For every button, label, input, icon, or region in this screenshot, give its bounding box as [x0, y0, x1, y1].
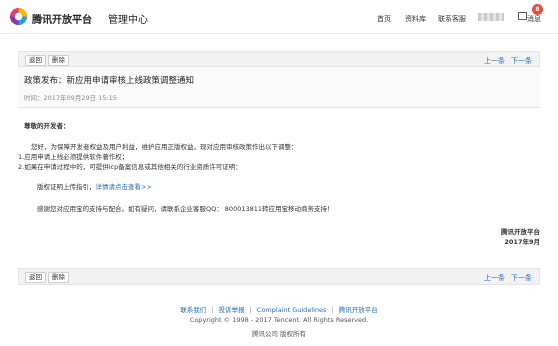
signature: 腾讯开放平台: [501, 228, 540, 236]
greeting: 尊敬的开发者：: [24, 122, 70, 130]
user-account-blurred[interactable]: [478, 13, 504, 21]
footer-link-platform[interactable]: 腾讯开放平台: [339, 306, 378, 314]
policy-item-2: 2.如果在申请过程中的，可提供icp备案信息或其他相关的行业资质许可证明：: [18, 163, 242, 171]
footer-separator: |: [211, 306, 214, 314]
footer-link-contact[interactable]: 联系我们: [180, 306, 206, 314]
guide-prefix: 版权证明上传指引，: [37, 183, 96, 191]
guide-link[interactable]: 详情请点击查看>>: [96, 183, 152, 191]
back-button-bottom[interactable]: 返回: [25, 272, 46, 283]
message-label[interactable]: 消息: [527, 14, 541, 24]
footer-separator: |: [331, 306, 334, 314]
copyright: Copyright © 1998 - 2017 Tencent. All Rig…: [189, 316, 369, 324]
message-icon[interactable]: [518, 12, 527, 20]
brand-name[interactable]: 腾讯开放平台: [32, 11, 92, 26]
guide-line: 版权证明上传指引，详情请点击查看>>: [37, 181, 152, 191]
article-header: 政策发布：新应用申请审核上线政策调整通知 时间：2017年09月29日 15:1…: [18, 66, 540, 108]
signature-date: 2017年9月: [504, 238, 540, 246]
footer-link-report[interactable]: 投诉举报: [219, 306, 245, 314]
delete-button-bottom[interactable]: 删除: [48, 272, 69, 283]
next-link-bottom[interactable]: 下一条: [511, 273, 532, 283]
delete-button[interactable]: 删除: [48, 55, 69, 66]
company-rights: 腾讯公司 版权所有: [251, 330, 307, 338]
footer-link-guidelines[interactable]: Complaint Guidelines: [257, 306, 327, 314]
article-time: 时间：2017年09月29日 15:15: [24, 94, 117, 102]
prev-link[interactable]: 上一条: [484, 56, 505, 66]
message-count-badge: 8: [532, 4, 543, 15]
prev-link-bottom[interactable]: 上一条: [484, 273, 505, 283]
top-header: 腾讯开放平台 管理中心 首页 资料库 联系客服 消息 8: [0, 0, 558, 34]
nav-customer-service[interactable]: 联系客服: [438, 14, 466, 24]
footer-separator: |: [249, 306, 252, 314]
next-link[interactable]: 下一条: [511, 56, 532, 66]
back-button[interactable]: 返回: [25, 55, 46, 66]
intro-text: 您好，为保障开发者权益及用户利益，维护应用正版权益，现对应用审核政策作出以下调整…: [31, 143, 298, 151]
policy-item-1: 1.应用申请上线必须提供软件著作权；: [18, 153, 129, 161]
bottom-toolbar: 返回 删除 上一条 下一条: [18, 268, 540, 285]
section-title: 管理中心: [108, 15, 148, 26]
thanks-text: 感谢您对应用宝的支持与配合。如有疑问，请联系企业客服QQ： 800013811转…: [37, 205, 334, 213]
nav-library[interactable]: 资料库: [405, 14, 426, 24]
article-title: 政策发布：新应用申请审核上线政策调整通知: [24, 76, 195, 86]
tencent-open-platform-logo-icon[interactable]: [9, 7, 28, 26]
nav-home[interactable]: 首页: [377, 14, 391, 24]
footer-links: 联系我们 | 投诉举报 | Complaint Guidelines | 腾讯开…: [0, 304, 558, 314]
